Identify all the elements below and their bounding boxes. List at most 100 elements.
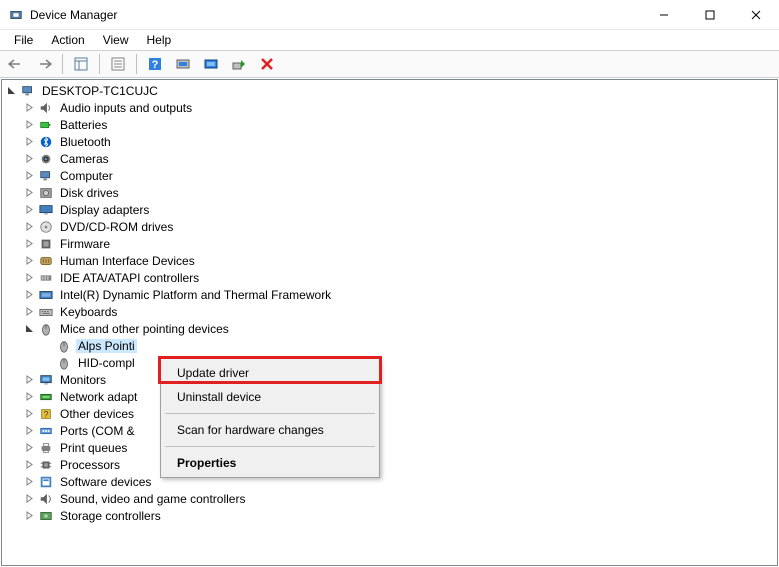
computer-icon bbox=[20, 83, 36, 99]
tree-item-label: Computer bbox=[58, 169, 115, 183]
tree-item-label: Other devices bbox=[58, 407, 136, 421]
tree-category-ide[interactable]: IDE ATA/ATAPI controllers bbox=[2, 269, 777, 286]
titlebar: Device Manager bbox=[0, 0, 779, 30]
audio-icon bbox=[38, 100, 54, 116]
context-menu-item[interactable]: Properties bbox=[163, 451, 377, 475]
chevron-icon[interactable] bbox=[22, 169, 36, 183]
tree-category-firmware[interactable]: Firmware bbox=[2, 235, 777, 252]
chevron-icon[interactable] bbox=[22, 237, 36, 251]
chevron-icon[interactable] bbox=[40, 339, 54, 353]
chevron-icon[interactable] bbox=[22, 135, 36, 149]
tree-item-label: Monitors bbox=[58, 373, 108, 387]
chevron-icon[interactable] bbox=[22, 305, 36, 319]
tree-category-battery[interactable]: Batteries bbox=[2, 116, 777, 133]
tree-category-other[interactable]: ? Other devices bbox=[2, 405, 777, 422]
tree-root-node[interactable]: DESKTOP-TC1CUJC bbox=[2, 82, 777, 99]
storage-icon bbox=[38, 508, 54, 524]
tree-category-mouse[interactable]: Mice and other pointing devices bbox=[2, 320, 777, 337]
tree-category-sound[interactable]: Sound, video and game controllers bbox=[2, 490, 777, 507]
chevron-icon[interactable] bbox=[22, 322, 36, 336]
chevron-icon[interactable] bbox=[22, 390, 36, 404]
tree-item-label: Processors bbox=[58, 458, 122, 472]
chevron-icon[interactable] bbox=[22, 288, 36, 302]
tree-category-dvd[interactable]: DVD/CD-ROM drives bbox=[2, 218, 777, 235]
scan-hardware-button[interactable] bbox=[171, 53, 195, 75]
maximize-button[interactable] bbox=[687, 0, 733, 30]
chevron-icon[interactable] bbox=[40, 356, 54, 370]
properties-button[interactable] bbox=[106, 53, 130, 75]
tree-category-audio[interactable]: Audio inputs and outputs bbox=[2, 99, 777, 116]
chevron-icon[interactable] bbox=[22, 220, 36, 234]
tree-category-disk[interactable]: Disk drives bbox=[2, 184, 777, 201]
tree-category-cpu[interactable]: Processors bbox=[2, 456, 777, 473]
tree-category-camera[interactable]: Cameras bbox=[2, 150, 777, 167]
close-button[interactable] bbox=[733, 0, 779, 30]
back-button[interactable] bbox=[4, 53, 28, 75]
forward-button[interactable] bbox=[32, 53, 56, 75]
chevron-icon[interactable] bbox=[22, 492, 36, 506]
tree-item-label: HID-compl bbox=[76, 356, 137, 370]
window-title: Device Manager bbox=[30, 8, 117, 22]
tree-category-thermal[interactable]: Intel(R) Dynamic Platform and Thermal Fr… bbox=[2, 286, 777, 303]
menu-help[interactable]: Help bbox=[139, 31, 180, 49]
toolbar: ? bbox=[0, 50, 779, 78]
mouse-icon bbox=[38, 321, 54, 337]
chevron-icon[interactable] bbox=[22, 441, 36, 455]
chevron-icon[interactable] bbox=[22, 203, 36, 217]
toolbar-sep bbox=[136, 54, 137, 74]
camera-icon bbox=[38, 151, 54, 167]
tree-category-monitor[interactable]: Monitors bbox=[2, 371, 777, 388]
tree-category-keyboard[interactable]: Keyboards bbox=[2, 303, 777, 320]
tree-category-storage[interactable]: Storage controllers bbox=[2, 507, 777, 524]
enable-device-button[interactable] bbox=[227, 53, 251, 75]
uninstall-device-button[interactable] bbox=[255, 53, 279, 75]
context-menu-item[interactable]: Scan for hardware changes bbox=[163, 418, 377, 442]
tree-category-bluetooth[interactable]: Bluetooth bbox=[2, 133, 777, 150]
svg-text:?: ? bbox=[152, 59, 159, 71]
device-tree[interactable]: DESKTOP-TC1CUJCAudio inputs and outputsB… bbox=[1, 79, 778, 566]
chevron-icon[interactable] bbox=[22, 152, 36, 166]
mouse-icon bbox=[56, 355, 72, 371]
tree-category-network[interactable]: Network adapt bbox=[2, 388, 777, 405]
chevron-icon[interactable] bbox=[22, 186, 36, 200]
chevron-icon[interactable] bbox=[22, 509, 36, 523]
tree-item-label: DVD/CD-ROM drives bbox=[58, 220, 175, 234]
chevron-icon[interactable] bbox=[22, 118, 36, 132]
chevron-icon[interactable] bbox=[22, 424, 36, 438]
tree-item-label: Print queues bbox=[58, 441, 129, 455]
chevron-icon[interactable] bbox=[22, 254, 36, 268]
keyboard-icon bbox=[38, 304, 54, 320]
tree-item-label: Bluetooth bbox=[58, 135, 113, 149]
chevron-icon[interactable] bbox=[22, 271, 36, 285]
tree-item-label: Network adapt bbox=[58, 390, 139, 404]
tree-item-label: Intel(R) Dynamic Platform and Thermal Fr… bbox=[58, 288, 333, 302]
svg-text:?: ? bbox=[44, 409, 49, 419]
context-menu-item[interactable]: Uninstall device bbox=[163, 385, 377, 409]
minimize-button[interactable] bbox=[641, 0, 687, 30]
show-hide-console-button[interactable] bbox=[69, 53, 93, 75]
chevron-icon[interactable] bbox=[22, 407, 36, 421]
update-driver-button[interactable] bbox=[199, 53, 223, 75]
menu-action[interactable]: Action bbox=[43, 31, 92, 49]
tree-item-label: Storage controllers bbox=[58, 509, 163, 523]
help-button[interactable]: ? bbox=[143, 53, 167, 75]
chevron-icon[interactable] bbox=[22, 475, 36, 489]
tree-category-hid[interactable]: Human Interface Devices bbox=[2, 252, 777, 269]
chevron-icon[interactable] bbox=[22, 373, 36, 387]
toolbar-sep bbox=[62, 54, 63, 74]
tree-category-software[interactable]: Software devices bbox=[2, 473, 777, 490]
chevron-icon[interactable] bbox=[22, 458, 36, 472]
context-menu-item[interactable]: Update driver bbox=[163, 361, 377, 385]
tree-category-computer[interactable]: Computer bbox=[2, 167, 777, 184]
bluetooth-icon bbox=[38, 134, 54, 150]
tree-category-display[interactable]: Display adapters bbox=[2, 201, 777, 218]
chevron-icon[interactable] bbox=[4, 84, 18, 98]
tree-item-label: Keyboards bbox=[58, 305, 119, 319]
tree-device-item[interactable]: HID-compl bbox=[2, 354, 777, 371]
tree-device-item[interactable]: Alps Pointi bbox=[2, 337, 777, 354]
menu-view[interactable]: View bbox=[95, 31, 137, 49]
tree-category-printer[interactable]: Print queues bbox=[2, 439, 777, 456]
menu-file[interactable]: File bbox=[6, 31, 41, 49]
tree-category-port[interactable]: Ports (COM & bbox=[2, 422, 777, 439]
chevron-icon[interactable] bbox=[22, 101, 36, 115]
